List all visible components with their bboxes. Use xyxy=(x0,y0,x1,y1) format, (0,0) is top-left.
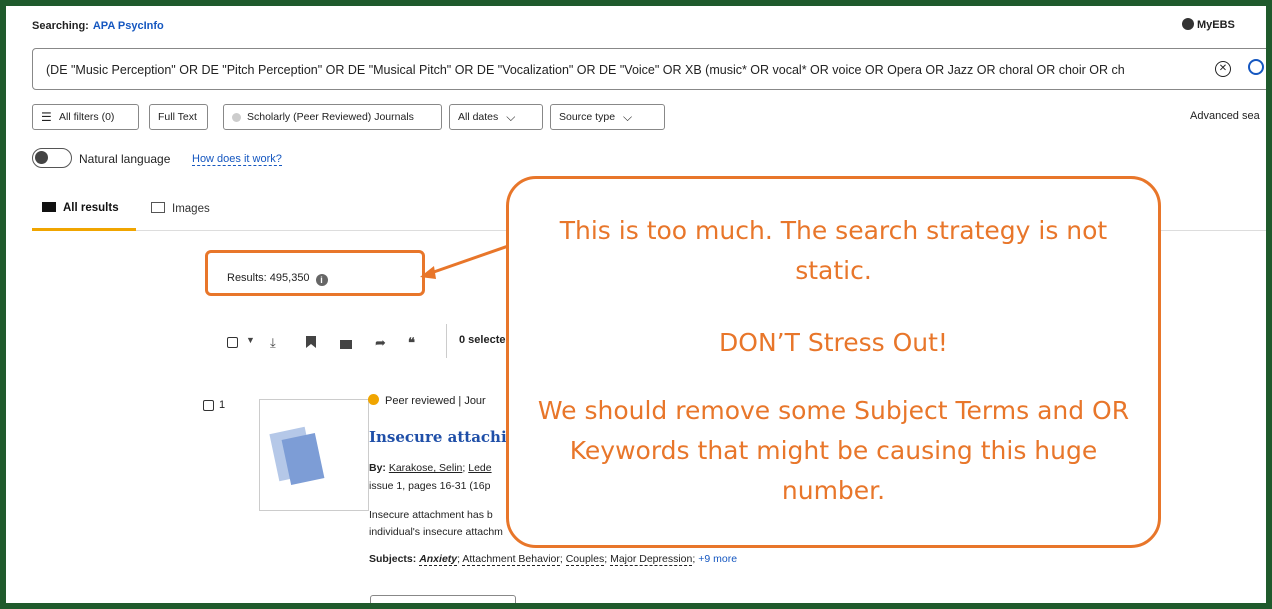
result-authors: By: Karakose, Selin; Lede xyxy=(369,462,492,474)
clear-icon[interactable]: ✕ xyxy=(1215,61,1231,77)
account-menu[interactable]: MyEBS xyxy=(1182,18,1235,31)
full-text-label: Full Text xyxy=(158,111,197,123)
access-button[interactable] xyxy=(370,595,516,603)
callout-line-1: This is too much. The search strategy is… xyxy=(559,216,1108,285)
subjects-label: Subjects: xyxy=(369,553,417,565)
tab-images[interactable]: Images xyxy=(151,202,210,215)
database-link[interactable]: APA PsycInfo xyxy=(93,20,164,32)
bookmark-icon[interactable] xyxy=(306,336,316,351)
subject-link[interactable]: Anxiety xyxy=(419,553,458,566)
author-link[interactable]: Lede xyxy=(468,462,491,474)
advanced-search-link[interactable]: Advanced sea xyxy=(1190,110,1260,122)
cite-icon[interactable]: ❝ xyxy=(408,335,415,351)
results-highlight-box xyxy=(205,250,425,296)
result-checkbox[interactable] xyxy=(203,400,214,411)
active-tab-indicator xyxy=(32,228,136,231)
result-subjects: Subjects: Anxiety; Attachment Behavior; … xyxy=(369,553,738,566)
screen: Searching: APA PsycInfo MyEBS (DE "Music … xyxy=(6,6,1266,603)
toggle-knob xyxy=(35,151,48,164)
all-filters-label: All filters (0) xyxy=(59,111,115,123)
peer-reviewed-badge: Peer reviewed | Jour xyxy=(368,394,486,407)
callout-line-3: We should remove some Subject Terms and … xyxy=(537,396,1130,505)
book-icon xyxy=(42,202,56,212)
source-type-text: Jour xyxy=(464,395,486,407)
result-number: 1 xyxy=(219,399,226,411)
result-thumbnail[interactable] xyxy=(259,399,369,511)
natural-language-label: Natural language xyxy=(79,152,171,166)
tab-images-label: Images xyxy=(172,203,210,215)
how-does-it-work-link[interactable]: How does it work? xyxy=(192,153,282,166)
filter-icon: ☰ xyxy=(41,110,52,124)
annotation-arrow xyxy=(420,242,515,279)
share-icon[interactable]: ➦ xyxy=(375,335,386,351)
search-icon[interactable] xyxy=(1248,59,1264,75)
full-text-button[interactable]: Full Text xyxy=(149,104,208,130)
selected-count: 0 selecte xyxy=(459,334,506,346)
image-icon xyxy=(151,202,165,213)
all-filters-button[interactable]: ☰ All filters (0) xyxy=(32,104,139,130)
source-type-label: Source type xyxy=(559,111,616,123)
searching-label: Searching: APA PsycInfo xyxy=(32,20,164,32)
searching-text: Searching: xyxy=(32,20,89,32)
all-dates-label: All dates xyxy=(458,111,499,123)
select-all-checkbox[interactable] xyxy=(227,337,238,348)
account-label: MyEBS xyxy=(1197,19,1235,31)
subject-link[interactable]: Attachment Behavior xyxy=(462,553,560,566)
folder-icon[interactable] xyxy=(340,337,352,352)
result-issue: issue 1, pages 16-31 (16p xyxy=(369,480,491,492)
callout-line-2: DON’T Stress Out! xyxy=(719,328,948,357)
peer-reviewed-icon xyxy=(368,394,379,405)
search-query-text: (DE "Music Perception" OR DE "Pitch Perc… xyxy=(46,63,1125,77)
subject-link[interactable]: Major Depression xyxy=(610,553,693,566)
all-dates-dropdown[interactable]: All dates ⌵ xyxy=(449,104,543,130)
chevron-down-icon: ⌵ xyxy=(506,109,516,124)
more-subjects-link[interactable]: +9 more xyxy=(698,553,737,565)
scholarly-label: Scholarly (Peer Reviewed) Journals xyxy=(247,111,414,123)
tab-all-results[interactable]: All results xyxy=(42,202,119,214)
by-label: By: xyxy=(369,462,386,474)
check-icon xyxy=(232,112,241,122)
tab-all-results-label: All results xyxy=(63,202,119,214)
peer-reviewed-text: Peer reviewed xyxy=(385,395,456,407)
natural-language-toggle[interactable] xyxy=(32,148,72,168)
download-icon[interactable]: ⤓ xyxy=(270,335,276,351)
scholarly-button[interactable]: Scholarly (Peer Reviewed) Journals xyxy=(223,104,442,130)
result-abstract-line: Insecure attachment has b xyxy=(369,509,493,521)
subject-link[interactable]: Couples xyxy=(565,553,605,566)
result-abstract-line: individual's insecure attachm xyxy=(369,526,503,538)
annotation-callout: This is too much. The search strategy is… xyxy=(506,176,1161,548)
user-icon xyxy=(1182,18,1194,30)
select-dropdown-icon[interactable]: ▼ xyxy=(246,335,255,345)
toolbar-divider xyxy=(446,324,447,358)
source-type-dropdown[interactable]: Source type ⌵ xyxy=(550,104,665,130)
chevron-down-icon: ⌵ xyxy=(623,109,633,124)
author-link[interactable]: Karakose, Selin xyxy=(389,462,463,474)
result-title[interactable]: Insecure attachi xyxy=(369,428,507,446)
